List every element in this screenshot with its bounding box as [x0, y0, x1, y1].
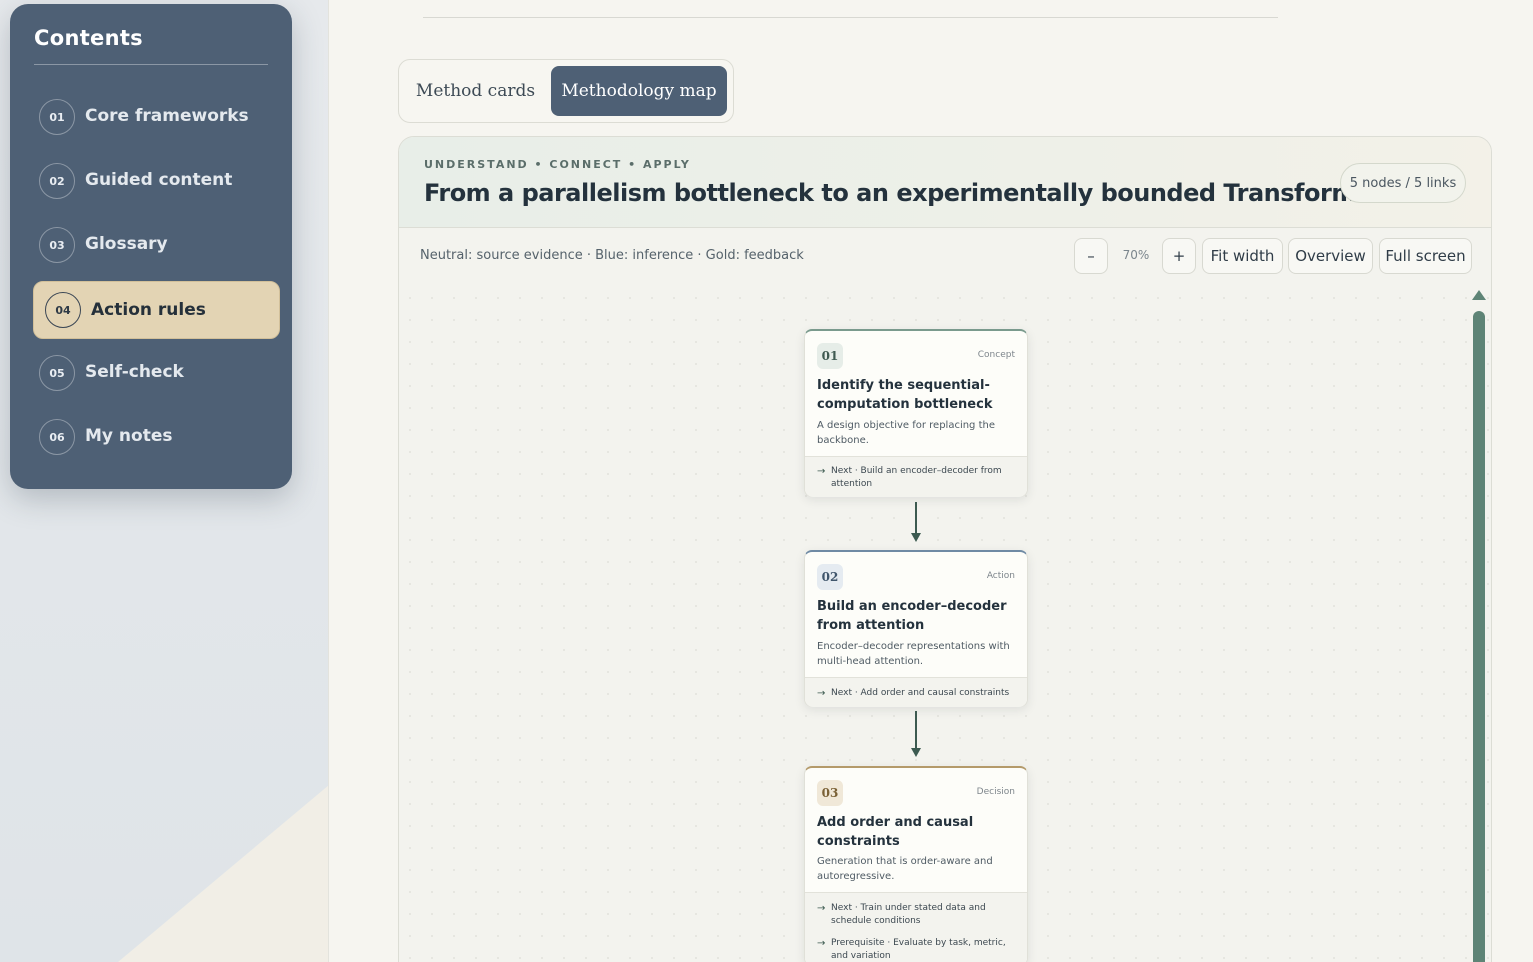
node-description: Encoder–decoder representations with mul…: [817, 641, 1010, 667]
scrollbar-thumb[interactable]: [1473, 311, 1485, 962]
node-links: → Next · Add order and causal constraint…: [805, 677, 1027, 707]
arrow-right-icon: →: [817, 466, 826, 477]
node-links: → Next · Train under stated data and sch…: [805, 892, 1027, 962]
sidebar-item-label: Guided content: [85, 170, 233, 190]
node-index: 01: [817, 343, 843, 369]
node-link[interactable]: → Prerequisite · Evaluate by task, metri…: [805, 937, 1027, 962]
sidebar-item-number: 01: [39, 99, 75, 135]
node-index: 03: [817, 780, 843, 806]
sidebar-item-number: 05: [39, 355, 75, 391]
node-link[interactable]: → Next · Add order and causal constraint…: [805, 687, 1027, 700]
arrow-right-icon: →: [817, 938, 826, 949]
fit-width-button[interactable]: Fit width: [1202, 238, 1283, 274]
map-header: UNDERSTAND • CONNECT • APPLY From a para…: [399, 137, 1491, 228]
sidebar-item-label: Core frameworks: [85, 106, 249, 126]
node-type: Concept: [977, 350, 1015, 360]
contents-sidebar: Contents 01 Core frameworks 02 Guided co…: [10, 4, 292, 489]
sidebar-item-label: Self-check: [85, 362, 184, 382]
node-title: Add order and causal constraints: [817, 815, 974, 849]
sidebar-item-number: 03: [39, 227, 75, 263]
top-divider: [423, 17, 1278, 18]
view-switch: Method cards Methodology map: [398, 59, 734, 123]
node-index: 02: [817, 564, 843, 590]
node-description: A design objective for replacing the bac…: [817, 420, 995, 446]
edge-02-03: [915, 711, 917, 749]
map-eyebrow: UNDERSTAND • CONNECT • APPLY: [424, 158, 691, 171]
sidebar-item-number: 06: [39, 419, 75, 455]
node-description: Generation that is order-aware and autor…: [817, 856, 993, 882]
sidebar-divider: [34, 64, 268, 65]
triangle-up-icon[interactable]: [1472, 290, 1486, 300]
sidebar-item-guided-content[interactable]: 02 Guided content: [33, 153, 280, 209]
map-title: From a parallelism bottleneck to an expe…: [424, 179, 1383, 207]
arrow-right-icon: →: [817, 903, 826, 914]
node-title: Build an encoder–decoder from attention: [817, 599, 1007, 633]
node-type: Decision: [976, 787, 1015, 797]
sidebar-item-label: My notes: [85, 426, 173, 446]
sidebar-item-label: Action rules: [91, 300, 206, 320]
sidebar-item-my-notes[interactable]: 06 My notes: [33, 409, 280, 465]
edge-arrowhead: [911, 748, 921, 757]
sidebar-title: Contents: [34, 26, 143, 50]
node-link-text: Next · Train under stated data and sched…: [831, 903, 986, 926]
overview-button[interactable]: Overview: [1288, 238, 1373, 274]
sidebar-item-action-rules[interactable]: 04 Action rules: [33, 281, 280, 339]
arrow-right-icon: →: [817, 688, 826, 699]
edge-arrowhead: [911, 533, 921, 542]
map-node[interactable]: 01 Concept Identify the sequential-compu…: [804, 329, 1028, 497]
node-link-count-badge: 5 nodes / 5 links: [1340, 163, 1466, 203]
sidebar-item-core-frameworks[interactable]: 01 Core frameworks: [33, 89, 280, 145]
sidebar-item-self-check[interactable]: 05 Self-check: [33, 345, 280, 401]
node-link[interactable]: → Next · Build an encoder–decoder from a…: [805, 465, 1027, 491]
edge-01-02: [915, 502, 917, 534]
map-legend: Neutral: source evidence · Blue: inferen…: [420, 248, 804, 263]
node-links: → Next · Build an encoder–decoder from a…: [805, 456, 1027, 497]
node-link[interactable]: → Next · Train under stated data and sch…: [805, 902, 1027, 928]
node-type: Action: [986, 571, 1015, 581]
map-node[interactable]: 02 Action Build an encoder–decoder from …: [804, 550, 1028, 707]
node-link-text: Prerequisite · Evaluate by task, metric,…: [831, 938, 1006, 961]
sidebar-item-number: 02: [39, 163, 75, 199]
node-link-text: Next · Build an encoder–decoder from att…: [831, 466, 1002, 489]
zoom-level: 70%: [1122, 248, 1150, 262]
tab-methodology-map[interactable]: Methodology map: [551, 66, 727, 116]
node-link-text: Next · Add order and causal constraints: [831, 688, 1010, 698]
map-node[interactable]: 03 Decision Add order and causal constra…: [804, 766, 1028, 962]
sidebar-item-label: Glossary: [85, 234, 168, 254]
main-divider: [328, 0, 329, 962]
tab-method-cards[interactable]: Method cards: [407, 66, 544, 116]
full-screen-button[interactable]: Full screen: [1379, 238, 1472, 274]
zoom-out-button[interactable]: –: [1074, 238, 1108, 274]
zoom-in-button[interactable]: +: [1162, 238, 1196, 274]
methodology-map-panel: UNDERSTAND • CONNECT • APPLY From a para…: [398, 136, 1492, 962]
sidebar-item-number: 04: [45, 292, 81, 328]
node-title: Identify the sequential-computation bott…: [817, 378, 993, 412]
sidebar-item-glossary[interactable]: 03 Glossary: [33, 217, 280, 273]
